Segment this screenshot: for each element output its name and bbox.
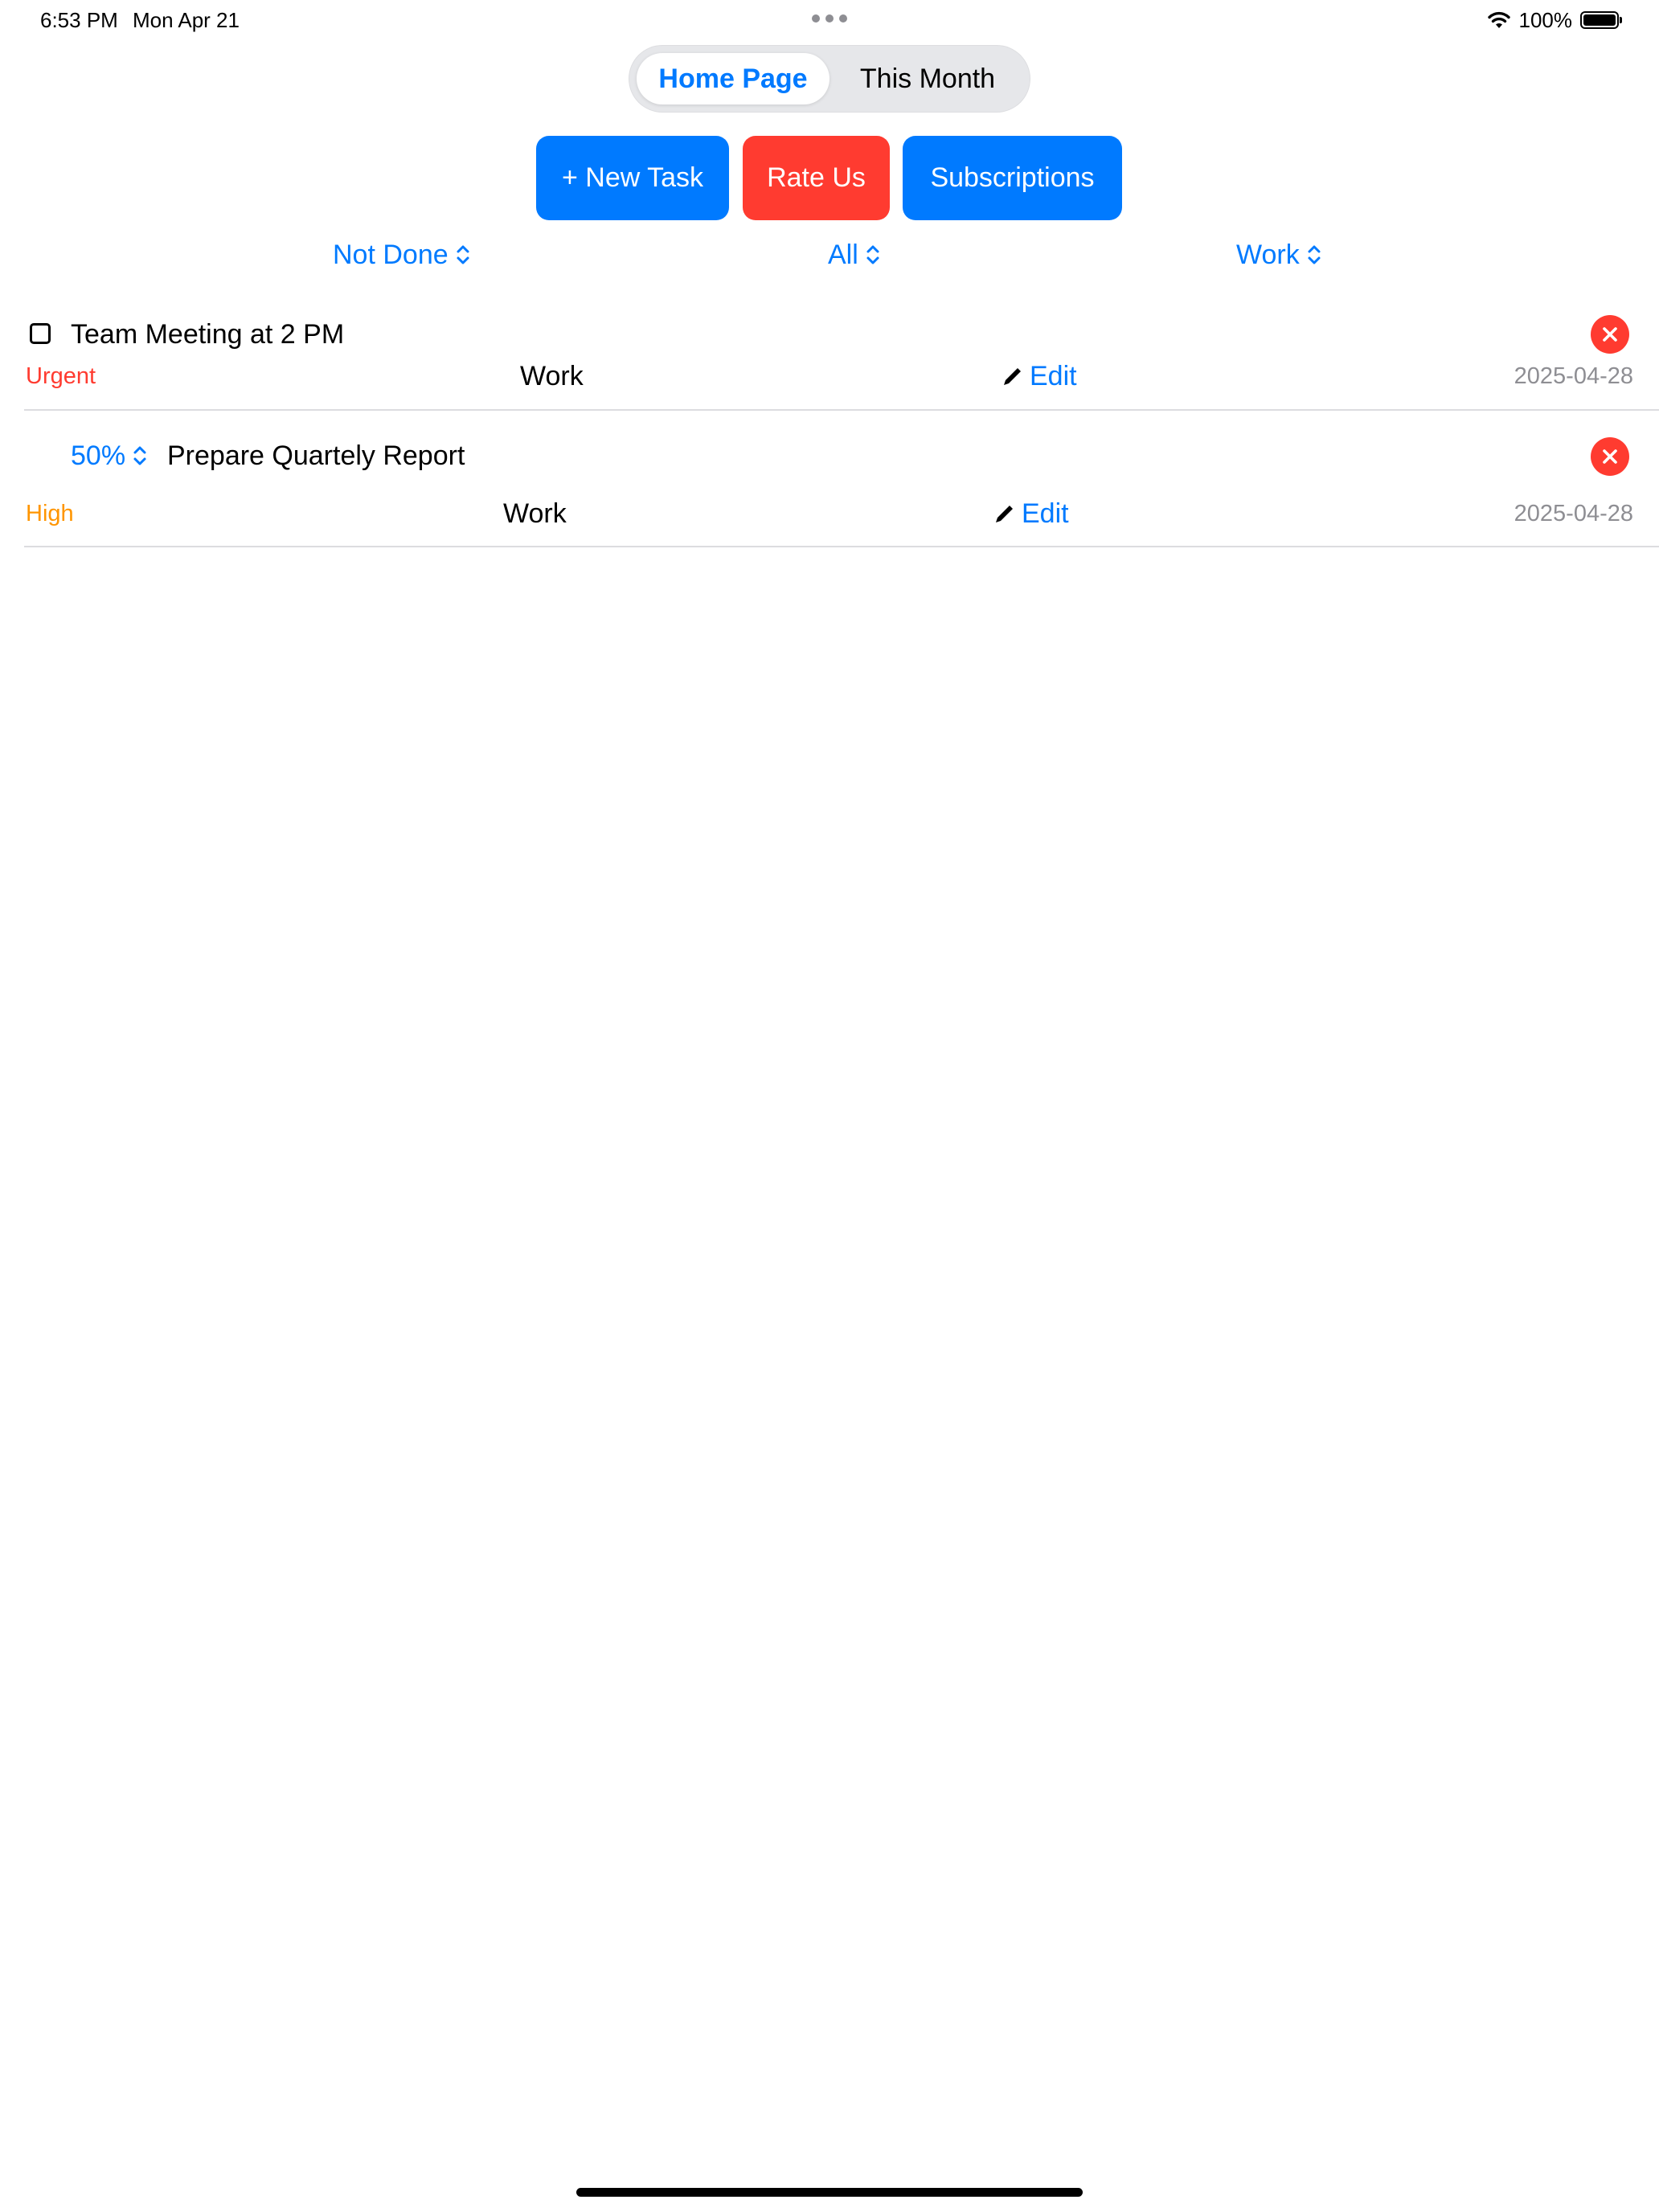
task-progress-value: 50%	[71, 440, 126, 471]
task-category: Work	[520, 361, 584, 391]
segment-this-month[interactable]: This Month	[833, 53, 1022, 104]
category-filter-picker[interactable]: Work	[1236, 235, 1322, 275]
status-time: 6:53 PM	[40, 8, 118, 32]
priority-filter-label: All	[828, 240, 858, 270]
status-indicators: 100%	[1487, 6, 1622, 34]
subscriptions-button[interactable]: Subscriptions	[903, 136, 1122, 220]
close-icon	[1603, 327, 1617, 342]
task-due-date: 2025-04-28	[1514, 501, 1633, 526]
delete-task-button[interactable]	[1591, 315, 1629, 354]
task-checkbox[interactable]	[30, 323, 51, 344]
edit-task-button[interactable]: Edit	[1001, 358, 1077, 394]
task-priority: High	[26, 501, 74, 526]
priority-filter-picker[interactable]: All	[828, 235, 881, 275]
task-priority: Urgent	[26, 363, 96, 389]
battery-icon	[1580, 11, 1622, 29]
chevron-up-down-icon	[133, 446, 146, 465]
chevron-up-down-icon	[457, 245, 469, 264]
chevron-up-down-icon	[1308, 245, 1321, 264]
status-filter-label: Not Done	[333, 240, 449, 270]
battery-percentage: 100%	[1518, 7, 1573, 32]
chevron-up-down-icon	[866, 245, 879, 264]
view-segmented-control: Home Page This Month	[629, 45, 1030, 113]
new-task-button[interactable]: + New Task	[536, 136, 729, 220]
delete-task-button[interactable]	[1591, 437, 1629, 476]
task-category: Work	[503, 498, 567, 529]
row-divider	[24, 546, 1659, 547]
edit-task-button[interactable]: Edit	[993, 496, 1069, 531]
edit-label: Edit	[1022, 498, 1069, 529]
status-filter-picker[interactable]: Not Done	[333, 235, 471, 275]
task-title: Prepare Quartely Report	[167, 440, 465, 471]
pencil-icon	[996, 506, 1013, 522]
segment-home-page[interactable]: Home Page	[637, 53, 830, 104]
pencil-icon	[1004, 368, 1021, 385]
home-indicator[interactable]	[576, 2188, 1083, 2197]
task-title: Team Meeting at 2 PM	[71, 319, 345, 350]
status-date: Mon Apr 21	[133, 8, 240, 32]
task-due-date: 2025-04-28	[1514, 363, 1633, 389]
close-icon	[1603, 449, 1617, 464]
wifi-icon	[1487, 11, 1510, 28]
multitasking-dots-icon[interactable]	[812, 14, 847, 23]
row-divider	[24, 409, 1659, 411]
edit-label: Edit	[1030, 361, 1077, 391]
task-progress-picker[interactable]: 50%	[71, 438, 148, 473]
rate-us-button[interactable]: Rate Us	[743, 136, 890, 220]
category-filter-label: Work	[1236, 240, 1300, 270]
